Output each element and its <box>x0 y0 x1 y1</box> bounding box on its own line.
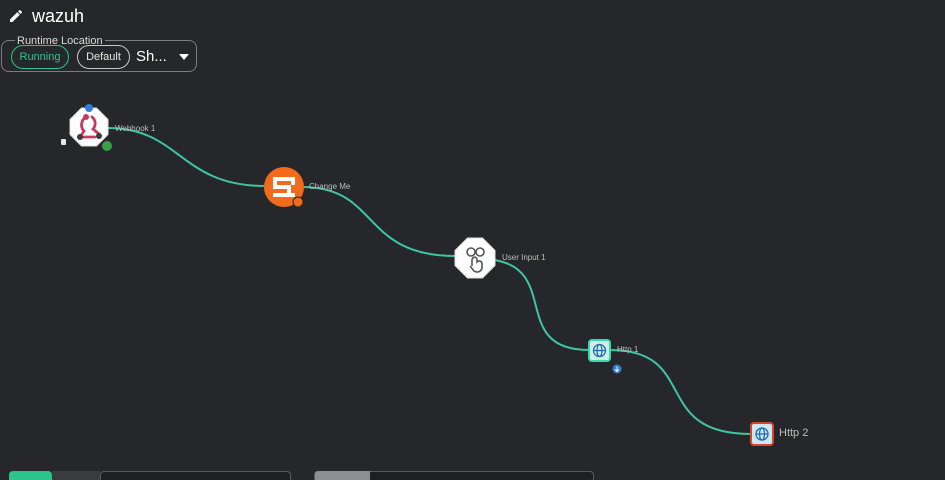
node-user-input[interactable] <box>454 237 496 279</box>
edge-userinput-http1[interactable] <box>493 259 590 351</box>
edge-webhook-changeme[interactable] <box>107 127 266 187</box>
bottom-tab[interactable] <box>52 471 100 480</box>
node-status-badge <box>292 196 304 208</box>
workflow-canvas[interactable]: Webhook 1 Change Me User Input 1 Http 1 … <box>0 0 945 480</box>
node-http2[interactable] <box>750 422 774 446</box>
bottom-tab-active[interactable] <box>9 471 52 480</box>
node-label-user-input: User Input 1 <box>502 253 546 262</box>
bottom-panel-button[interactable] <box>315 471 370 480</box>
delete-icon[interactable] <box>61 139 66 145</box>
node-label-http1: Http 1 <box>617 345 639 354</box>
node-label-webhook: Webhook 1 <box>115 124 156 133</box>
node-label-change-me: Change Me <box>309 182 351 191</box>
node-status-badge <box>85 104 93 112</box>
trigger-badge <box>102 141 112 151</box>
node-change-me[interactable] <box>264 167 304 208</box>
edge-changeme-userinput[interactable] <box>301 186 457 257</box>
edge-http1-http2[interactable] <box>609 349 752 435</box>
node-label-http2: Http 2 <box>779 427 808 439</box>
bottom-input-field[interactable] <box>100 471 291 480</box>
node-webhook[interactable] <box>61 104 112 151</box>
